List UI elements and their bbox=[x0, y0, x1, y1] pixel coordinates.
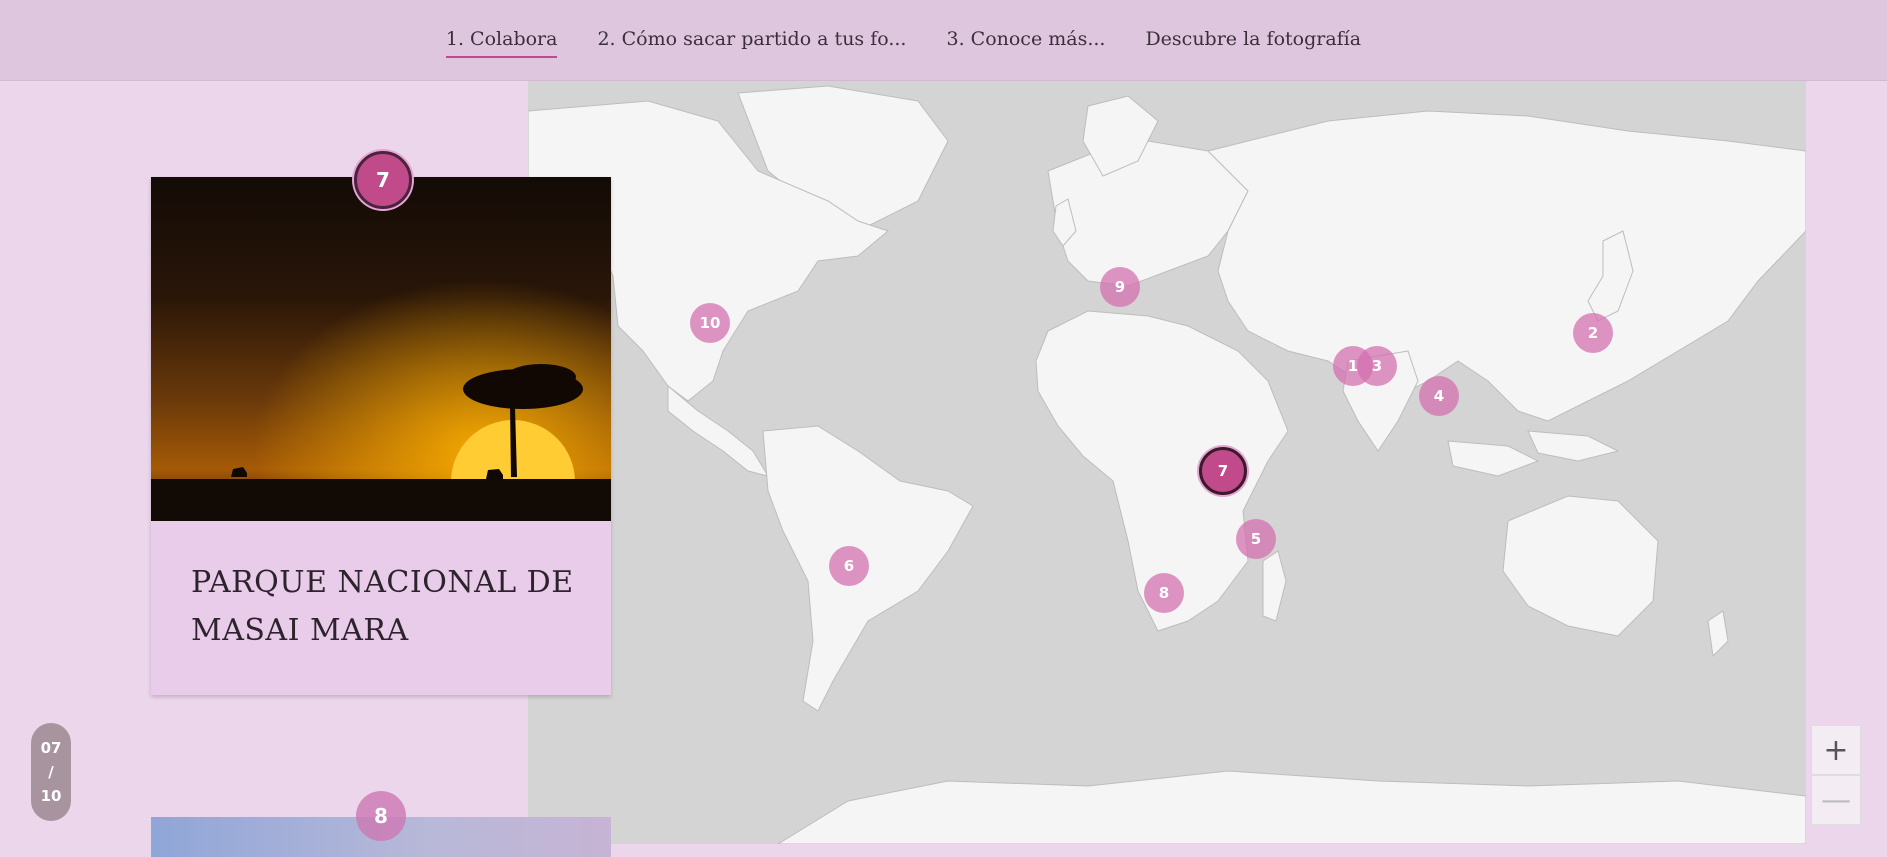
next-story-badge[interactable]: 8 bbox=[356, 791, 406, 841]
zoom-out-button[interactable]: — bbox=[1811, 775, 1861, 825]
card-title: PARQUE NACIONAL DE MASAI MARA bbox=[191, 565, 574, 648]
map-marker[interactable]: 5 bbox=[1236, 519, 1276, 559]
card-photo-sunset bbox=[151, 177, 611, 521]
map-marker[interactable]: 3 bbox=[1357, 346, 1397, 386]
counter-current: 07 bbox=[40, 739, 62, 757]
map-marker[interactable]: 9 bbox=[1100, 267, 1140, 307]
map-marker-active[interactable]: 7 bbox=[1199, 447, 1247, 495]
counter-separator: / bbox=[48, 763, 54, 781]
tab-como-sacar-partido[interactable]: 2. Cómo sacar partido a tus fo... bbox=[597, 22, 906, 58]
minus-icon: — bbox=[1821, 782, 1851, 818]
world-map[interactable]: 1 2 3 4 5 6 7 8 9 10 bbox=[528, 81, 1806, 844]
map-marker[interactable]: 10 bbox=[690, 303, 730, 343]
tab-conoce-mas[interactable]: 3. Conoce más... bbox=[946, 22, 1105, 58]
map-marker[interactable]: 4 bbox=[1419, 376, 1459, 416]
story-card[interactable]: PARQUE NACIONAL DE MASAI MARA bbox=[151, 177, 611, 695]
map-marker[interactable]: 8 bbox=[1144, 573, 1184, 613]
tab-bar: 1. Colabora 2. Cómo sacar partido a tus … bbox=[445, 22, 1361, 58]
zoom-in-button[interactable]: + bbox=[1811, 725, 1861, 775]
plus-icon: + bbox=[1823, 732, 1849, 768]
tab-descubre-la-fotografia[interactable]: Descubre la fotografía bbox=[1145, 22, 1361, 58]
current-story-badge: 7 bbox=[354, 151, 412, 209]
top-navigation: 1. Colabora 2. Cómo sacar partido a tus … bbox=[0, 0, 1887, 81]
story-counter: 07 / 10 bbox=[31, 723, 71, 821]
tab-colabora[interactable]: 1. Colabora bbox=[445, 22, 558, 58]
map-land bbox=[528, 85, 1806, 844]
map-marker[interactable]: 2 bbox=[1573, 313, 1613, 353]
map-marker[interactable]: 6 bbox=[829, 546, 869, 586]
counter-total: 10 bbox=[40, 787, 62, 805]
